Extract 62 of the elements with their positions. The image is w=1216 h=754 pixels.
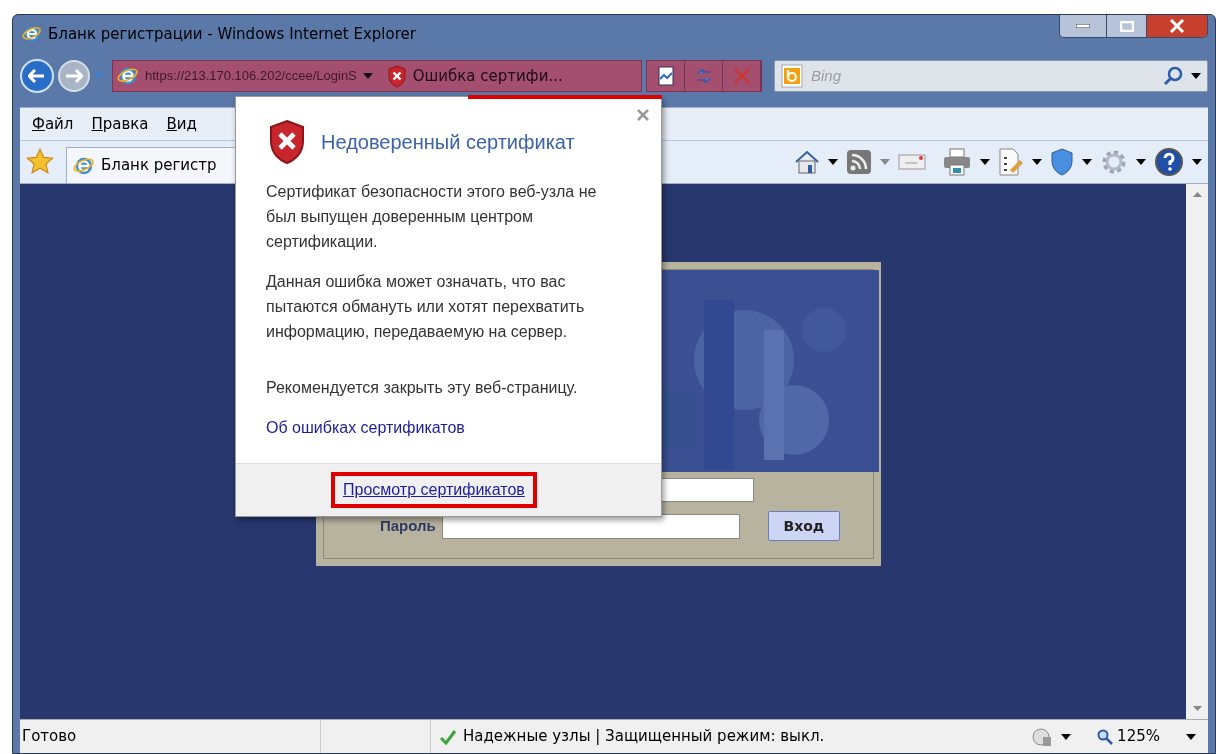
search-icon[interactable]: [1163, 66, 1183, 86]
scroll-down-icon[interactable]: [1192, 706, 1202, 711]
login-button[interactable]: Вход: [767, 511, 840, 541]
caret-icon[interactable]: [980, 159, 990, 165]
certificate-errors-link[interactable]: Об ошибках сертификатов: [266, 415, 465, 440]
b-logo-icon: [781, 64, 803, 88]
close-icon: [1169, 19, 1185, 33]
feed-icon[interactable]: [846, 149, 872, 175]
window-title: Бланк регистрации - Windows Internet Explorer: [48, 23, 416, 45]
home-icon[interactable]: [794, 150, 820, 174]
username-field[interactable]: [660, 478, 754, 502]
help-icon[interactable]: [1154, 147, 1184, 177]
error-shield-icon: [386, 64, 407, 88]
search-input[interactable]: Bing: [811, 64, 1155, 88]
zoom-control[interactable]: 125%: [1097, 725, 1160, 748]
caret-icon[interactable]: [1032, 159, 1042, 165]
certificate-error-button[interactable]: Ошибка сертифи...: [378, 61, 563, 91]
close-button[interactable]: [1147, 15, 1207, 37]
security-zone-text: Надежные узлы | Защищенный режим: выкл.: [463, 726, 825, 748]
magnifier-icon: [1097, 728, 1114, 745]
caret-icon[interactable]: [1082, 159, 1092, 165]
popup-paragraph: Рекомендуется закрыть эту веб-страницу.: [266, 378, 579, 398]
maximize-button[interactable]: [1107, 15, 1147, 37]
address-bar[interactable]: https://213.170.106.202/ccee/LoginS Ошибка сертифи...: [112, 60, 642, 92]
e-logo-icon: [22, 24, 42, 44]
caret-icon[interactable]: [828, 159, 838, 165]
minimize-button[interactable]: [1060, 15, 1107, 37]
caret-icon[interactable]: [1191, 73, 1201, 79]
popup-paragraph: Сертификат безопасности этого веб-узла не был выпущен доверенным центром сертификации.: [266, 182, 598, 252]
envelope-icon[interactable]: [898, 153, 926, 171]
caret-icon[interactable]: [1186, 733, 1196, 740]
password-label: Пароль: [380, 515, 436, 536]
scroll-up-icon[interactable]: [1192, 192, 1202, 197]
page-edit-icon[interactable]: [998, 148, 1024, 176]
shield-icon[interactable]: [1050, 148, 1074, 176]
url-text: https://213.170.106.202/ccee/LoginS: [145, 67, 357, 86]
star-icon[interactable]: [26, 148, 54, 176]
scrollbar[interactable]: [1186, 184, 1208, 719]
back-button[interactable]: [20, 59, 54, 93]
popup-paragraph: Данная ошибка может означать, что вас пытаются обмануть или хотят перехватить информацию, передаваемую на сервер.: [266, 272, 586, 342]
popup-title: Недоверенный сертификат: [321, 130, 575, 155]
checkmark-icon: [439, 728, 457, 745]
search-field[interactable]: Bing: [774, 60, 1208, 92]
forward-button[interactable]: [58, 60, 90, 92]
menu-item[interactable]: Файл: [32, 112, 74, 136]
close-icon[interactable]: [637, 109, 649, 121]
compat-view-icon: [655, 66, 676, 86]
arrow-left-icon: [28, 69, 46, 83]
status-text: Готово: [21, 726, 78, 748]
stop-icon: [731, 66, 752, 86]
arrow-right-icon: [65, 69, 83, 83]
menu-item[interactable]: Правка: [91, 112, 149, 136]
maximize-icon: [1119, 20, 1134, 32]
caret-icon[interactable]: [1136, 159, 1146, 165]
menu-item[interactable]: Вид: [166, 112, 197, 136]
error-shield-icon: [267, 119, 307, 165]
view-certificates-link[interactable]: Просмотр сертификатов: [331, 472, 537, 508]
caret-icon[interactable]: [1061, 733, 1072, 740]
minimize-icon: [1076, 24, 1090, 28]
printer-icon[interactable]: [942, 148, 972, 176]
e-logo-icon: [117, 65, 139, 87]
caret-icon[interactable]: [1192, 159, 1202, 165]
